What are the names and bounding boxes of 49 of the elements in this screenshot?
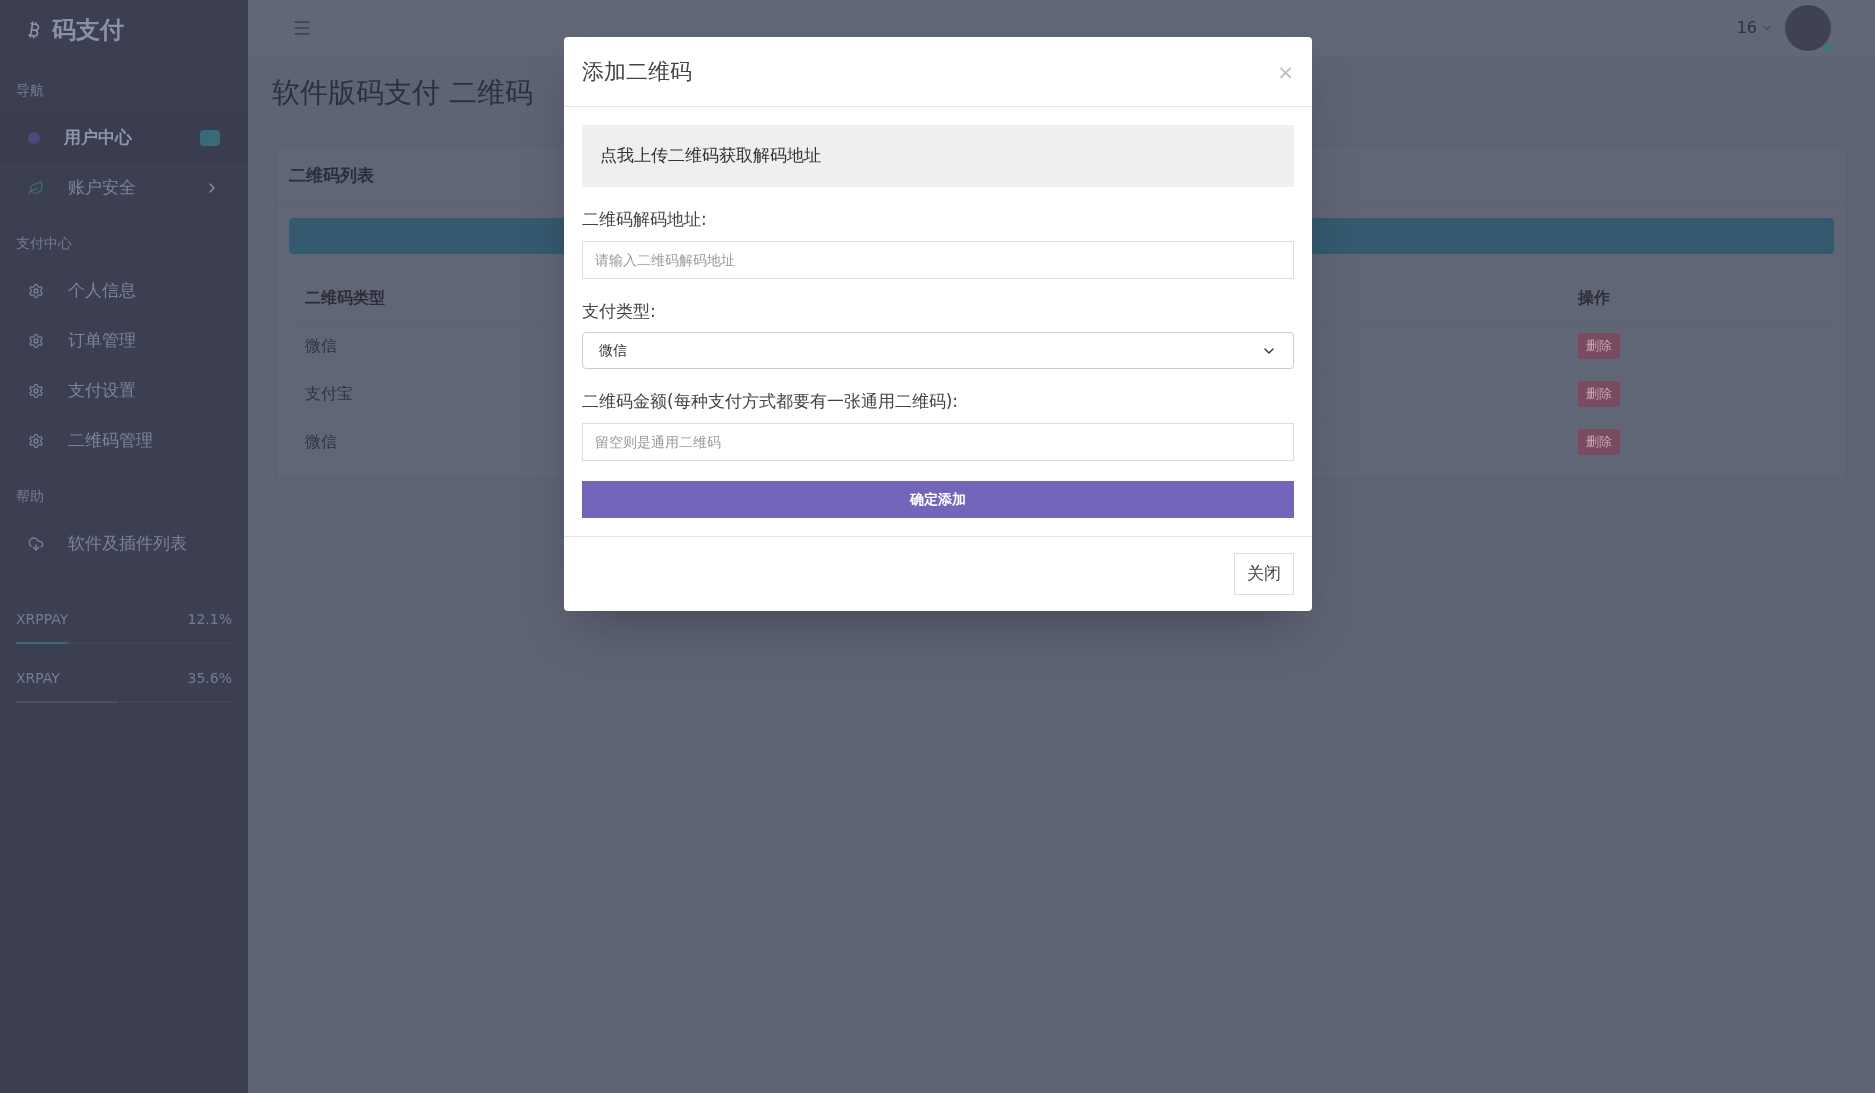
nav-label: 二维码管理 <box>68 429 153 453</box>
progress-label: XRPAY <box>16 669 60 688</box>
page-title: 软件版码支付 二维码 <box>272 75 533 111</box>
nav-label: 订单管理 <box>68 329 136 353</box>
leaf-icon <box>28 180 44 196</box>
section-title: 导航 <box>16 81 44 100</box>
field-label: 二维码金额(每种支付方式都要有一张通用二维码): <box>582 390 959 413</box>
user-menu[interactable]: 16 <box>1736 16 1773 40</box>
nav-label: 个人信息 <box>68 279 136 303</box>
settings-icon <box>28 283 44 299</box>
nav-item[interactable]: 个人信息 <box>0 266 248 316</box>
avatar[interactable] <box>1785 5 1831 51</box>
settings-icon <box>28 333 44 349</box>
nav-label: 软件及插件列表 <box>68 532 187 556</box>
brand-name: 码支付 <box>52 15 124 46</box>
upload-area[interactable]: 点我上传二维码获取解码地址 <box>582 125 1294 187</box>
close-button[interactable]: × <box>1277 61 1294 82</box>
input-field[interactable]: 留空则是通用二维码 <box>582 422 1294 461</box>
badge-icon <box>200 130 220 146</box>
nav-label: 账户安全 <box>68 176 136 200</box>
settings-icon <box>28 433 44 449</box>
progress-value: 35.6% <box>187 669 232 688</box>
field-label: 二维码解码地址: <box>582 208 708 231</box>
close-dialog-button[interactable]: 关闭 <box>1234 552 1294 595</box>
delete-button[interactable]: 删除 <box>1578 381 1620 407</box>
nav-item[interactable]: 账户安全 <box>0 163 248 213</box>
nav-label: 支付设置 <box>68 379 136 403</box>
cloud-download-icon <box>28 536 44 552</box>
delete-button[interactable]: 删除 <box>1578 333 1620 359</box>
field-label: 支付类型: <box>582 299 657 323</box>
menu-icon[interactable] <box>292 18 312 38</box>
nav-item[interactable]: 订单管理 <box>0 316 248 366</box>
progress-value: 12.1% <box>187 610 232 629</box>
section-title: 支付中心 <box>16 234 72 253</box>
column-header: 二维码类型 <box>305 286 386 309</box>
delete-button[interactable]: 删除 <box>1578 429 1620 455</box>
column-header: 操作 <box>1578 286 1611 309</box>
nav-item[interactable]: 二维码管理 <box>0 416 248 466</box>
nav-item[interactable]: 软件及插件列表 <box>0 519 248 569</box>
nav-item[interactable]: 支付设置 <box>0 366 248 416</box>
modal-title: 添加二维码 <box>582 58 692 86</box>
settings-icon <box>28 383 44 399</box>
section-title: 帮助 <box>16 487 44 506</box>
progress-label: XRPPAY <box>16 610 69 629</box>
input-field[interactable]: 请输入二维码解码地址 <box>582 240 1294 279</box>
select-field[interactable]: 微信 <box>582 332 1294 369</box>
submit-button[interactable]: 确定添加 <box>582 480 1294 518</box>
card-title: 二维码列表 <box>289 165 374 185</box>
nav-label: 用户中心 <box>64 126 132 150</box>
